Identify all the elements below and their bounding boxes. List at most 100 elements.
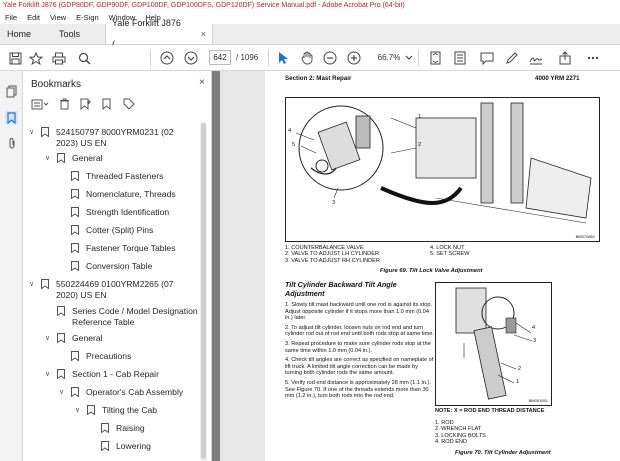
new-bookmark-icon[interactable] (80, 98, 92, 112)
prev-page-icon[interactable] (158, 49, 176, 67)
figure-callout: 4 (288, 128, 292, 134)
chevron-down-icon[interactable]: ∨ (45, 369, 53, 380)
comment-icon[interactable] (478, 49, 496, 67)
bookmark-icon (71, 189, 79, 199)
bookmark-icon[interactable] (5, 111, 18, 124)
bookmark-item[interactable]: ∨ Section 1 - Cab Repair (45, 369, 159, 380)
page-number-input[interactable]: 642 (209, 50, 231, 65)
figure-69-image: 4 5 3 2 1 BM070851 (285, 97, 600, 242)
menu-bar: File Edit View E-Sign Window Help (0, 11, 620, 24)
tag-icon[interactable] (123, 98, 135, 112)
delete-bookmark-icon[interactable] (59, 98, 70, 112)
bookmark-item[interactable]: Fastener Torque Tables (71, 243, 176, 254)
chevron-down-icon[interactable]: ∨ (29, 279, 37, 290)
chevron-down-icon[interactable]: ∨ (45, 153, 53, 164)
tab-close-icon[interactable]: × (201, 24, 206, 45)
bookmark-icon (41, 279, 49, 289)
tab-document[interactable]: Yale Forklift J876 (... × (105, 18, 214, 49)
bookmarks-title: Bookmarks (31, 79, 82, 90)
figure-callout: 1 (418, 114, 422, 120)
bookmark-icon (41, 127, 49, 137)
hand-tool-icon[interactable] (298, 49, 316, 67)
expand-bookmark-icon[interactable] (102, 98, 113, 112)
zoom-in-icon[interactable] (345, 49, 363, 67)
bookmark-item[interactable]: Raising (101, 423, 145, 434)
bookmark-item[interactable]: Precautions (71, 351, 131, 362)
bookmark-item[interactable]: ∨ General (45, 153, 103, 164)
attachment-icon[interactable] (5, 137, 18, 150)
window-title: Yale Forklift J876 (GDP80DF, GDP90DF, GD… (0, 0, 620, 11)
figure-callout: 3 (533, 338, 537, 344)
bookmark-item[interactable]: Strength Identification (71, 207, 169, 218)
chevron-down-icon[interactable]: ∨ (59, 387, 67, 398)
chevron-down-icon[interactable]: ∨ (45, 333, 53, 344)
figure-callout: 4 (532, 325, 536, 331)
save-icon[interactable] (6, 49, 24, 67)
scrollbar-thumb[interactable] (201, 123, 206, 459)
doc-number: 4000 YRM 2271 (535, 75, 580, 82)
bookmark-item[interactable]: Series Code / Model Designation Referenc… (57, 306, 202, 328)
chevron-down-icon[interactable]: ∨ (29, 127, 37, 138)
print-icon[interactable] (50, 49, 68, 67)
zoom-level[interactable]: 66.7% (374, 50, 404, 65)
step-4: 4. Check tilt angles are correct as spec… (285, 357, 434, 377)
bookmark-item[interactable]: Cotter (Split) Pins (71, 225, 153, 236)
bookmark-icon (71, 225, 79, 235)
main-toolbar: 642 / 1096 66.7% (0, 45, 620, 71)
share-icon[interactable] (556, 49, 574, 67)
section-header: Section 2: Mast Repair (285, 75, 352, 82)
bookmark-item[interactable]: Threaded Fasteners (71, 171, 163, 182)
menu-file[interactable]: File (0, 11, 22, 24)
tab-home[interactable]: Home (0, 24, 38, 44)
figure-69-legend-left: 1. COUNTERBALANCE VALVE 2. VALVE TO ADJU… (285, 245, 380, 264)
figure-69-caption: Figure 69. Tilt Lock Valve Adjustment (380, 268, 483, 274)
bookmark-item[interactable]: ∨ 550224469 0100YRM2265 (07 2020) US EN (29, 279, 199, 301)
figure-70-caption: Figure 70. Tilt Cylinder Adjustment (455, 450, 551, 456)
bookmark-item[interactable]: ∨ Tilting the Cab (75, 405, 157, 416)
bookmark-icon (57, 333, 65, 343)
bookmark-item[interactable]: ∨ Operator's Cab Assembly (59, 387, 183, 398)
menu-esign[interactable]: E-Sign (71, 11, 104, 24)
zoom-out-icon[interactable] (321, 49, 339, 67)
bookmark-item[interactable]: Conversion Table (71, 261, 152, 272)
bookmark-item[interactable]: ∨ 524150797 8000YRM0231 (02 2023) US EN (29, 127, 199, 149)
figure-code: BM051651 (528, 398, 548, 403)
more-icon[interactable] (584, 49, 602, 67)
bookmark-icon (71, 387, 79, 397)
search-icon[interactable] (75, 49, 93, 67)
figure-callout: 5 (292, 142, 296, 148)
next-page-icon[interactable] (182, 49, 200, 67)
bookmarks-scrollbar[interactable] (200, 121, 207, 461)
bookmark-icon (57, 369, 65, 379)
bookmark-icon (71, 243, 79, 253)
close-icon[interactable]: × (199, 77, 205, 88)
pages-icon[interactable] (5, 85, 18, 98)
sign-icon[interactable] (527, 49, 545, 67)
chevron-down-icon[interactable]: ∨ (75, 405, 83, 416)
bookmark-icon (101, 441, 109, 451)
bookmark-item[interactable]: ∨ General (45, 333, 103, 344)
scroll-mode-icon[interactable] (451, 49, 469, 67)
highlight-pen-icon[interactable] (503, 49, 521, 67)
step-2: 2. To adjust tilt cylinder, loosen nuts … (285, 324, 434, 338)
star-icon[interactable] (27, 49, 45, 67)
menu-edit[interactable]: Edit (22, 11, 45, 24)
bookmark-icon (87, 405, 95, 415)
figure-callout: 1 (516, 379, 520, 385)
tab-tools[interactable]: Tools (52, 24, 87, 44)
tilt-lock-valve-drawing (295, 102, 592, 224)
step-1: 1. Slowly tilt mast backward until one r… (285, 302, 433, 322)
bookmark-item[interactable]: Lowering (101, 441, 151, 452)
bookmark-icon (71, 207, 79, 217)
fit-page-icon[interactable] (426, 49, 444, 67)
bookmarks-panel: Bookmarks × ∨ 524150797 8000YRM0231 (02 … (23, 71, 212, 461)
bookmark-icon (57, 306, 65, 316)
select-cursor-icon[interactable] (274, 49, 292, 67)
bookmark-icon (101, 423, 109, 433)
options-menu-icon[interactable] (31, 99, 49, 112)
figure-69-legend-right: 4. LOCK NUT 5. SET SCREW (430, 245, 470, 258)
bookmark-item[interactable]: Nomenclature, Threads (71, 189, 176, 200)
menu-view[interactable]: View (45, 11, 71, 24)
figure-70-note: NOTE: X = ROD END THREAD DISTANCE (435, 408, 545, 414)
zoom-dropdown-icon[interactable] (404, 49, 414, 67)
